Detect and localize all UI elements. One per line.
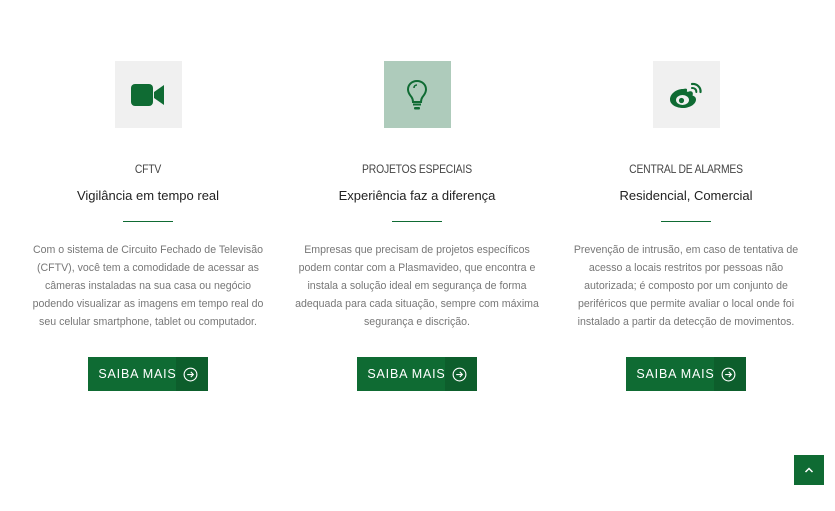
service-icon-box — [114, 61, 182, 128]
service-subtitle: Vigilância em tempo real — [76, 188, 220, 203]
service-card-alarmes: CENTRAL DE ALARMES Residencial, Comercia… — [564, 61, 808, 391]
service-subtitle: Residencial, Comercial — [619, 188, 753, 203]
video-camera-icon — [131, 83, 164, 106]
divider — [392, 221, 442, 222]
service-title: CFTV — [134, 164, 162, 176]
service-description: Empresas que precisam de projetos especí… — [295, 244, 539, 328]
service-card-cftv: CFTV Vigilância em tempo real Com o sist… — [26, 61, 270, 391]
service-title: PROJETOS ESPECIAIS — [362, 164, 472, 176]
service-subtitle: Experiência faz a diferença — [338, 188, 496, 203]
service-icon-box — [383, 61, 451, 128]
button-label: SAIBA MAIS — [636, 367, 715, 381]
arrow-right-circle-icon — [183, 367, 198, 381]
back-to-top-button[interactable] — [794, 455, 824, 485]
service-title: CENTRAL DE ALARMES — [629, 164, 743, 176]
service-description: Prevenção de intrusão, em caso de tentat… — [573, 244, 799, 328]
service-icon-box — [652, 61, 720, 128]
service-card-projetos: PROJETOS ESPECIAIS Experiência faz a dif… — [295, 61, 539, 391]
chevron-up-icon — [804, 467, 814, 473]
arrow-right-circle-icon — [721, 367, 736, 381]
weibo-icon — [670, 82, 702, 108]
divider — [661, 221, 711, 222]
saiba-mais-button[interactable]: SAIBA MAIS — [88, 357, 208, 391]
arrow-right-circle-icon — [452, 367, 467, 381]
button-label: SAIBA MAIS — [367, 367, 446, 381]
saiba-mais-button[interactable]: SAIBA MAIS — [357, 357, 477, 391]
service-description: Com o sistema de Circuito Fechado de Tel… — [32, 244, 264, 328]
button-label: SAIBA MAIS — [98, 367, 177, 381]
divider — [123, 221, 173, 222]
lightbulb-icon — [406, 79, 428, 109]
saiba-mais-button[interactable]: SAIBA MAIS — [626, 357, 746, 391]
